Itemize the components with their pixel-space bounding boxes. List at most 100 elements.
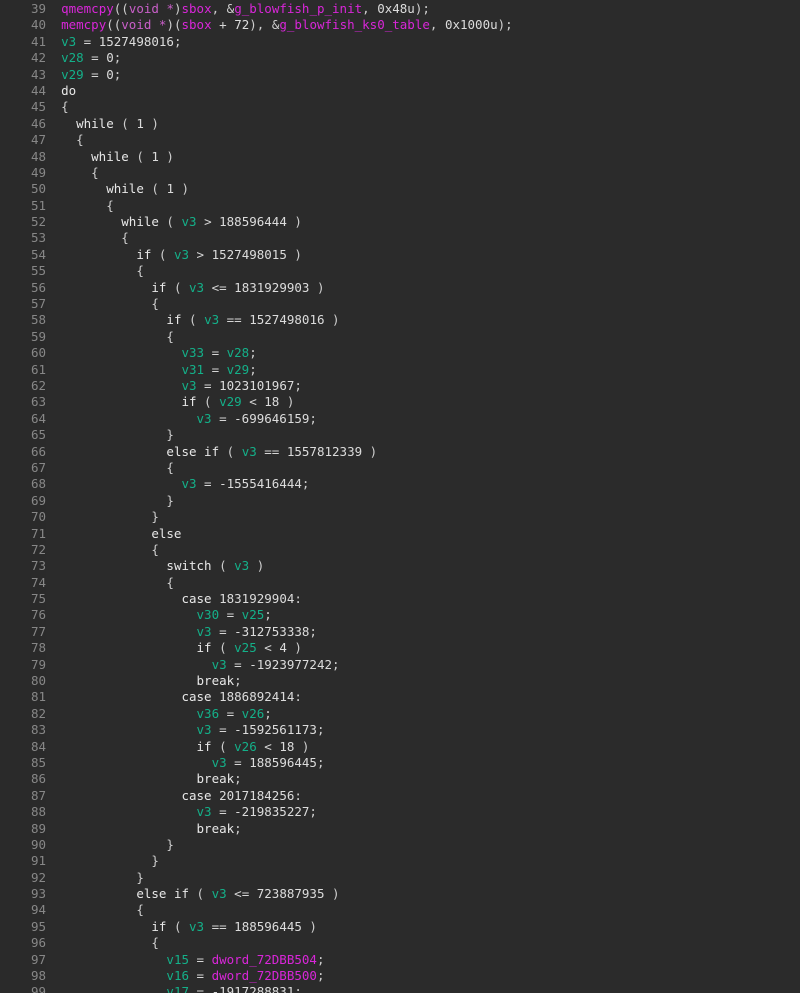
- code-text[interactable]: do: [46, 83, 76, 98]
- code-line[interactable]: 64 v3 = -699646159;: [0, 411, 800, 427]
- code-line[interactable]: 88 v3 = -219835227;: [0, 804, 800, 820]
- local-variable[interactable]: v17: [166, 984, 189, 993]
- function-name[interactable]: sbox: [182, 17, 212, 32]
- code-text[interactable]: if ( v25 < 4 ): [46, 640, 302, 655]
- code-text[interactable]: if ( v3 > 1527498015 ): [46, 247, 302, 262]
- code-line[interactable]: 52 while ( v3 > 188596444 ): [0, 214, 800, 230]
- local-variable[interactable]: v26: [242, 706, 265, 721]
- code-line[interactable]: 57 {: [0, 296, 800, 312]
- code-line[interactable]: 43 v29 = 0;: [0, 67, 800, 83]
- global-symbol[interactable]: dword_72DBB500: [212, 968, 317, 983]
- code-text[interactable]: {: [46, 165, 99, 180]
- code-text[interactable]: else if ( v3 <= 723887935 ): [46, 886, 339, 901]
- code-line[interactable]: 92 }: [0, 870, 800, 886]
- code-line[interactable]: 58 if ( v3 == 1527498016 ): [0, 312, 800, 328]
- local-variable[interactable]: v28: [61, 50, 84, 65]
- code-text[interactable]: {: [46, 329, 174, 344]
- code-text[interactable]: v3 = 1527498016;: [46, 34, 181, 49]
- code-text[interactable]: else if ( v3 == 1557812339 ): [46, 444, 377, 459]
- code-text[interactable]: memcpy((void *)(sbox + 72), &g_blowfish_…: [46, 17, 513, 32]
- global-symbol[interactable]: g_blowfish_ks0_table: [279, 17, 430, 32]
- code-text[interactable]: {: [46, 542, 159, 557]
- local-variable[interactable]: v28: [227, 345, 250, 360]
- code-line[interactable]: 98 v16 = dword_72DBB500;: [0, 968, 800, 984]
- code-line[interactable]: 39 qmemcpy((void *)sbox, &g_blowfish_p_i…: [0, 1, 800, 17]
- local-variable[interactable]: v31: [181, 362, 204, 377]
- code-line[interactable]: 53 {: [0, 230, 800, 246]
- code-text[interactable]: v30 = v25;: [46, 607, 272, 622]
- local-variable[interactable]: v3: [197, 624, 212, 639]
- local-variable[interactable]: v3: [174, 247, 189, 262]
- code-text[interactable]: if ( v29 < 18 ): [46, 394, 294, 409]
- code-text[interactable]: while ( 1 ): [46, 181, 189, 196]
- function-name[interactable]: sbox: [182, 1, 212, 16]
- code-line[interactable]: 46 while ( 1 ): [0, 116, 800, 132]
- code-text[interactable]: {: [46, 99, 69, 114]
- code-text[interactable]: {: [46, 296, 159, 311]
- code-line[interactable]: 73 switch ( v3 ): [0, 558, 800, 574]
- code-text[interactable]: v17 = -1917288831;: [46, 984, 301, 993]
- global-symbol[interactable]: dword_72DBB504: [212, 952, 317, 967]
- code-line[interactable]: 72 {: [0, 542, 800, 558]
- code-text[interactable]: switch ( v3 ): [46, 558, 264, 573]
- code-text[interactable]: {: [46, 935, 159, 950]
- code-lines-container[interactable]: 39 qmemcpy((void *)sbox, &g_blowfish_p_i…: [0, 0, 800, 993]
- code-line[interactable]: 68 v3 = -1555416444;: [0, 476, 800, 492]
- local-variable[interactable]: v3: [189, 919, 204, 934]
- code-line[interactable]: 90 }: [0, 837, 800, 853]
- code-text[interactable]: if ( v3 <= 1831929903 ): [46, 280, 324, 295]
- code-text[interactable]: else: [46, 526, 181, 541]
- local-variable[interactable]: v29: [219, 394, 242, 409]
- local-variable[interactable]: v3: [189, 280, 204, 295]
- code-text[interactable]: v33 = v28;: [46, 345, 256, 360]
- code-line[interactable]: 55 {: [0, 263, 800, 279]
- code-text[interactable]: break;: [46, 771, 242, 786]
- code-text[interactable]: case 1886892414:: [46, 689, 301, 704]
- local-variable[interactable]: v3: [242, 444, 257, 459]
- code-line[interactable]: 89 break;: [0, 821, 800, 837]
- code-text[interactable]: }: [46, 493, 174, 508]
- code-text[interactable]: break;: [46, 821, 242, 836]
- code-line[interactable]: 50 while ( 1 ): [0, 181, 800, 197]
- code-text[interactable]: if ( v26 < 18 ): [46, 739, 310, 754]
- code-line[interactable]: 47 {: [0, 132, 800, 148]
- code-line[interactable]: 54 if ( v3 > 1527498015 ): [0, 247, 800, 263]
- code-text[interactable]: {: [46, 460, 174, 475]
- local-variable[interactable]: v36: [197, 706, 220, 721]
- code-line[interactable]: 85 v3 = 188596445;: [0, 755, 800, 771]
- code-line[interactable]: 74 {: [0, 575, 800, 591]
- code-line[interactable]: 41 v3 = 1527498016;: [0, 34, 800, 50]
- code-line[interactable]: 40 memcpy((void *)(sbox + 72), &g_blowfi…: [0, 17, 800, 33]
- code-line[interactable]: 63 if ( v29 < 18 ): [0, 394, 800, 410]
- code-line[interactable]: 61 v31 = v29;: [0, 362, 800, 378]
- code-text[interactable]: case 2017184256:: [46, 788, 301, 803]
- code-text[interactable]: v3 = -1592561173;: [46, 722, 325, 737]
- code-text[interactable]: v3 = -699646159;: [46, 411, 317, 426]
- local-variable[interactable]: v26: [234, 739, 257, 754]
- code-line[interactable]: 56 if ( v3 <= 1831929903 ): [0, 280, 800, 296]
- local-variable[interactable]: v33: [181, 345, 204, 360]
- code-line[interactable]: 65 }: [0, 427, 800, 443]
- local-variable[interactable]: v3: [234, 558, 249, 573]
- local-variable[interactable]: v25: [242, 607, 265, 622]
- local-variable[interactable]: v3: [181, 476, 196, 491]
- local-variable[interactable]: v3: [61, 34, 76, 49]
- local-variable[interactable]: v3: [204, 312, 219, 327]
- code-text[interactable]: v16 = dword_72DBB500;: [46, 968, 324, 983]
- local-variable[interactable]: v3: [212, 657, 227, 672]
- code-line[interactable]: 44 do: [0, 83, 800, 99]
- code-line[interactable]: 48 while ( 1 ): [0, 149, 800, 165]
- code-line[interactable]: 67 {: [0, 460, 800, 476]
- local-variable[interactable]: v3: [197, 804, 212, 819]
- code-line[interactable]: 42 v28 = 0;: [0, 50, 800, 66]
- code-text[interactable]: case 1831929904:: [46, 591, 301, 606]
- code-text[interactable]: v3 = -1555416444;: [46, 476, 309, 491]
- local-variable[interactable]: v15: [166, 952, 189, 967]
- code-line[interactable]: 87 case 2017184256:: [0, 788, 800, 804]
- code-line[interactable]: 95 if ( v3 == 188596445 ): [0, 919, 800, 935]
- code-text[interactable]: while ( v3 > 188596444 ): [46, 214, 302, 229]
- code-line[interactable]: 59 {: [0, 329, 800, 345]
- code-line[interactable]: 84 if ( v26 < 18 ): [0, 739, 800, 755]
- code-line[interactable]: 96 {: [0, 935, 800, 951]
- code-text[interactable]: qmemcpy((void *)sbox, &g_blowfish_p_init…: [46, 1, 430, 16]
